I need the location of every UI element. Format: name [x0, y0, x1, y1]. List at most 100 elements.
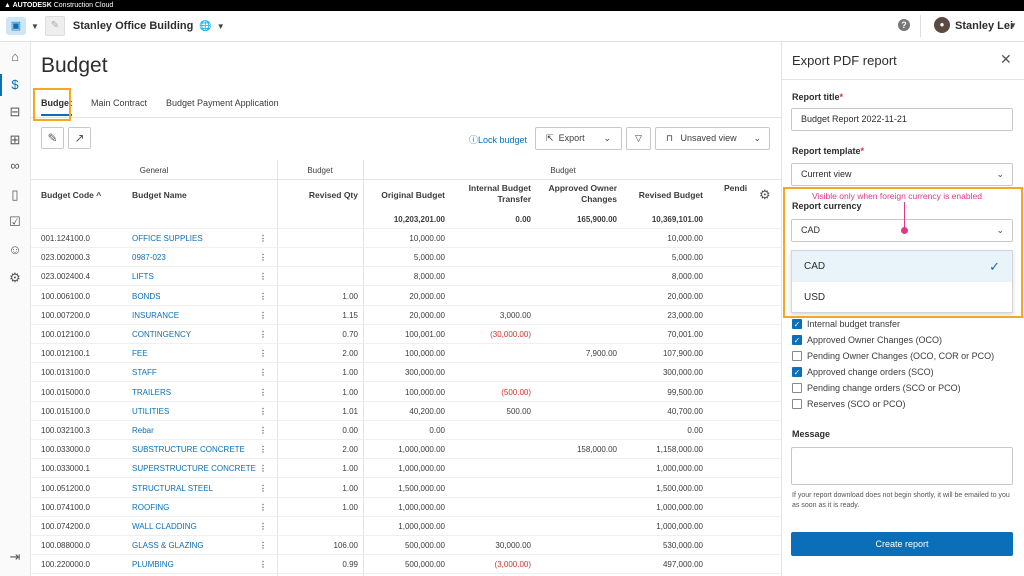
budget-name-link[interactable]: ROOFING [132, 498, 169, 517]
table-row[interactable]: 023.002000.3 0987-023 5,000.00 5,000.00 ⋮ [31, 248, 781, 268]
avatar[interactable]: ● [934, 17, 950, 33]
checkbox-internal-transfer[interactable]: ✓ Internal budget transfer [792, 319, 900, 329]
checkbox-icon[interactable] [792, 399, 802, 409]
budget-name-link[interactable]: 0987-023 [132, 248, 166, 267]
budget-name-link[interactable]: WALL CLADDING [132, 517, 197, 536]
row-menu-icon[interactable]: ⋮ [259, 248, 267, 267]
close-icon[interactable]: ✕ [1000, 51, 1012, 68]
table-row[interactable]: 100.032100.3 Rebar 0.00 0.00 0.00 ⋮ [31, 421, 781, 440]
home-icon[interactable]: ⌂ [7, 49, 23, 65]
checkbox-icon[interactable] [792, 383, 802, 393]
col-original-budget[interactable]: Original Budget [366, 190, 445, 201]
user-name[interactable]: Stanley Lei [955, 20, 1013, 32]
checkbox-reserves[interactable]: Reserves (SCO or PCO) [792, 399, 906, 409]
row-menu-icon[interactable]: ⋮ [259, 287, 267, 306]
checkbox-approved-owner-changes[interactable]: ✓ Approved Owner Changes (OCO) [792, 335, 942, 345]
table-row[interactable]: 100.074100.0 ROOFING 1.00 1,000,000.00 1,000… [31, 498, 781, 517]
table-row[interactable]: 100.007200.0 INSURANCE 1.15 20,000.00 3,000.… [31, 306, 781, 325]
table-row[interactable]: 100.015000.0 TRAILERS 1.00 100,000.00 (500.0… [31, 383, 781, 402]
checkbox-checked-icon[interactable]: ✓ [792, 335, 802, 345]
row-menu-icon[interactable]: ⋮ [259, 363, 267, 382]
tab-budget-payment-application[interactable]: Budget Payment Application [166, 98, 279, 116]
row-menu-icon[interactable]: ⋮ [259, 440, 267, 459]
budget-icon[interactable]: $ [7, 77, 23, 93]
message-input[interactable] [791, 447, 1013, 485]
col-revised-budget[interactable]: Revised Budget [621, 190, 703, 201]
budget-name-link[interactable]: STRUCTURAL STEEL [132, 479, 213, 498]
row-menu-icon[interactable]: ⋮ [259, 479, 267, 498]
tab-main-contract[interactable]: Main Contract [91, 98, 147, 116]
checklist-icon[interactable]: ☑ [7, 214, 23, 230]
app-switcher-icon[interactable]: ▣ [6, 17, 26, 35]
table-row[interactable]: 023.002400.4 LIFTS 8,000.00 8,000.00 ⋮ [31, 267, 781, 287]
budget-name-link[interactable]: OFFICE SUPPLIES [132, 229, 203, 248]
document-icon[interactable]: ▯ [7, 187, 23, 203]
edit-button[interactable]: ✎ [41, 127, 64, 149]
row-menu-icon[interactable]: ⋮ [259, 267, 267, 286]
col-budget-code[interactable]: Budget Code ^ [41, 190, 101, 201]
table-row[interactable]: 100.033000.0 SUBSTRUCTURE CONCRETE 2.00 1,0… [31, 440, 781, 460]
checkbox-pending-owner-changes[interactable]: Pending Owner Changes (OCO, COR or PCO) [792, 351, 994, 361]
binoculars-icon[interactable]: ∞ [7, 158, 23, 174]
budget-name-link[interactable]: STAFF [132, 363, 157, 382]
row-menu-icon[interactable]: ⋮ [259, 459, 267, 478]
table-row[interactable]: 100.220000.0 PLUMBING 0.99 500,000.00 (3,000… [31, 555, 781, 575]
row-menu-icon[interactable]: ⋮ [259, 344, 267, 363]
members-icon[interactable]: ☺ [7, 242, 23, 258]
chart-button[interactable]: ↗ [68, 127, 91, 149]
user-chevron-down-icon[interactable]: ▼ [1009, 21, 1017, 30]
row-menu-icon[interactable]: ⋮ [259, 517, 267, 536]
table-row[interactable]: 100.088000.0 GLASS & GLAZING 106.00 500,000… [31, 536, 781, 556]
table-row[interactable]: 100.012100.0 CONTINGENCY 0.70 100,001.00 (30… [31, 325, 781, 344]
table-row[interactable]: 100.051200.0 STRUCTURAL STEEL 1.00 1,500,00… [31, 479, 781, 498]
chevron-down-icon[interactable]: ▼ [31, 22, 39, 31]
gear-icon[interactable]: ⚙ [759, 187, 771, 203]
budget-name-link[interactable]: SUPERSTRUCTURE CONCRETE [132, 459, 256, 478]
budget-name-link[interactable]: CONTINGENCY [132, 325, 191, 344]
budget-name-link[interactable]: UTILITIES [132, 402, 169, 421]
create-report-button[interactable]: Create report [791, 532, 1013, 556]
budget-name-link[interactable]: TRAILERS [132, 383, 171, 402]
col-revised-qty[interactable]: Revised Qty [281, 190, 358, 201]
budget-name-link[interactable]: GLASS & GLAZING [132, 536, 204, 555]
table-row[interactable]: 100.006100.0 BONDS 1.00 20,000.00 20,000.00 ⋮ [31, 287, 781, 306]
col-pending[interactable]: Pendi [724, 183, 747, 194]
filter-button[interactable]: ▽ [626, 127, 651, 150]
view-selector[interactable]: ⊓ Unsaved view ⌄ [655, 127, 770, 150]
project-name[interactable]: Stanley Office Building [73, 20, 193, 32]
budget-name-link[interactable]: INSURANCE [132, 306, 179, 325]
col-approved-owner-changes[interactable]: Approved Owner Changes [534, 183, 617, 205]
checkbox-checked-icon[interactable]: ✓ [792, 319, 802, 329]
project-thumbnail[interactable]: ✎ [44, 16, 65, 36]
report-title-input[interactable]: Budget Report 2022-11-21 [791, 108, 1013, 131]
row-menu-icon[interactable]: ⋮ [259, 306, 267, 325]
budget-name-link[interactable]: LIFTS [132, 267, 154, 286]
row-menu-icon[interactable]: ⋮ [259, 498, 267, 517]
budget-name-link[interactable]: PLUMBING [132, 555, 174, 574]
report-template-select[interactable]: Current view ⌄ [791, 163, 1013, 186]
table-row[interactable]: 100.033000.1 SUPERSTRUCTURE CONCRETE 1.00 1… [31, 459, 781, 479]
table-row[interactable]: 100.013100.0 STAFF 1.00 300,000.00 300,000.0… [31, 363, 781, 383]
row-menu-icon[interactable]: ⋮ [259, 555, 267, 574]
settings-icon[interactable]: ⚙ [7, 270, 23, 286]
row-menu-icon[interactable]: ⋮ [259, 536, 267, 555]
change-orders-icon[interactable]: ⊞ [7, 132, 23, 148]
checkbox-approved-change-orders[interactable]: ✓ Approved change orders (SCO) [792, 367, 934, 377]
expand-nav-icon[interactable]: ⇥ [7, 549, 23, 565]
row-menu-icon[interactable]: ⋮ [259, 421, 267, 440]
budget-name-link[interactable]: FEE [132, 344, 148, 363]
lock-budget-link[interactable]: ⓘLock budget [469, 133, 527, 146]
budget-name-link[interactable]: Rebar [132, 421, 154, 440]
checkbox-icon[interactable] [792, 351, 802, 361]
budget-name-link[interactable]: SUBSTRUCTURE CONCRETE [132, 440, 245, 459]
checkbox-checked-icon[interactable]: ✓ [792, 367, 802, 377]
table-row[interactable]: 100.074200.0 WALL CLADDING 1,000,000.00 1,0… [31, 517, 781, 536]
table-row[interactable]: 100.012100.1 FEE 2.00 100,000.00 7,900.00 107… [31, 344, 781, 364]
col-internal-transfer[interactable]: Internal Budget Transfer [449, 183, 531, 205]
export-button[interactable]: ⇱ Export ⌄ [535, 127, 622, 150]
table-row[interactable]: 001.124100.0 OFFICE SUPPLIES 10,000.00 10,0… [31, 229, 781, 248]
help-icon[interactable]: ? [898, 19, 910, 31]
project-chevron-down-icon[interactable]: ▼ [217, 22, 225, 31]
col-budget-name[interactable]: Budget Name [132, 190, 187, 201]
row-menu-icon[interactable]: ⋮ [259, 383, 267, 402]
